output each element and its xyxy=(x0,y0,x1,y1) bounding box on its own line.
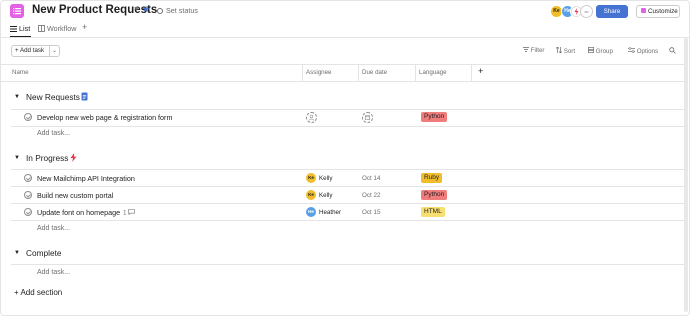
sort-button[interactable]: Sort xyxy=(555,46,576,55)
section-collapse-icon[interactable]: ▼ xyxy=(14,250,20,256)
avatar: Ke xyxy=(306,173,316,183)
scrollbar[interactable] xyxy=(684,38,688,312)
comment-count[interactable]: 1 xyxy=(123,209,136,217)
due-date[interactable]: Oct 14 xyxy=(362,175,381,182)
add-task-button[interactable]: + Add task xyxy=(11,45,50,57)
divider xyxy=(0,81,684,82)
lightning-icon xyxy=(70,153,77,164)
divider xyxy=(11,109,684,110)
task-name[interactable]: Build new custom portal xyxy=(37,191,113,200)
section-title[interactable]: New Requests xyxy=(26,92,80,102)
add-column-button[interactable]: + xyxy=(478,66,483,76)
add-task-link[interactable]: Add task... xyxy=(37,130,70,137)
options-icon xyxy=(628,47,635,53)
set-status-button[interactable]: Set status xyxy=(157,6,198,15)
tab-list[interactable]: List xyxy=(10,24,30,33)
tab-workflow[interactable]: Workflow xyxy=(38,24,76,33)
status-label: Set status xyxy=(166,6,198,15)
list-project-icon xyxy=(10,4,24,18)
list-icon xyxy=(10,25,17,32)
section-collapse-icon[interactable]: ▼ xyxy=(14,94,20,100)
assignee-name: Heather xyxy=(319,208,342,216)
chevron-down-icon[interactable]: ▼ xyxy=(133,6,140,13)
chevron-down-icon[interactable]: ⌄ xyxy=(49,45,60,57)
more-members-button[interactable]: ••• xyxy=(580,5,593,18)
divider xyxy=(11,220,684,221)
assign-user-icon[interactable] xyxy=(306,112,317,123)
divider xyxy=(11,264,684,265)
divider xyxy=(11,203,684,204)
customize-button[interactable]: Customize xyxy=(636,5,680,18)
view-tabs: List Workflow + xyxy=(0,22,690,36)
tab-workflow-label: Workflow xyxy=(47,24,77,33)
assignee[interactable]: Ke Kelly xyxy=(306,173,332,183)
complete-task-checkbox[interactable] xyxy=(24,113,32,121)
complete-task-checkbox[interactable] xyxy=(24,191,32,199)
sort-icon xyxy=(555,46,563,54)
column-header-assignee[interactable]: Assignee xyxy=(306,69,331,76)
section-title[interactable]: In Progress xyxy=(26,153,68,163)
app-frame xyxy=(0,0,690,316)
task-name[interactable]: New Mailchimp API Integration xyxy=(37,174,135,183)
avatar: Ke xyxy=(306,190,316,200)
section-collapse-icon[interactable]: ▼ xyxy=(14,155,20,161)
group-icon xyxy=(588,47,594,53)
filter-button[interactable]: Filter xyxy=(523,47,544,54)
calendar-icon[interactable] xyxy=(362,112,373,123)
search-icon[interactable] xyxy=(669,47,676,56)
status-circle-icon xyxy=(157,7,163,14)
column-header-name[interactable]: Name xyxy=(12,69,29,76)
options-button[interactable]: Options xyxy=(628,47,658,55)
document-icon xyxy=(81,92,88,103)
divider xyxy=(11,186,684,187)
group-label: Group xyxy=(595,48,613,55)
divider xyxy=(0,64,684,65)
filter-label: Filter xyxy=(530,47,545,54)
column-header-due-date[interactable]: Due date xyxy=(362,69,387,76)
column-header-language[interactable]: Language xyxy=(419,69,447,76)
comment-icon xyxy=(128,209,136,216)
add-tab-button[interactable]: + xyxy=(82,22,87,32)
column-divider xyxy=(302,64,303,81)
task-name[interactable]: Update font on homepage xyxy=(37,208,120,217)
add-section-button[interactable]: + Add section xyxy=(14,288,62,297)
due-date[interactable]: Oct 22 xyxy=(362,192,381,199)
filter-icon xyxy=(523,47,529,52)
column-divider xyxy=(415,64,416,81)
project-header: New Product Requests ▼ ★ Set status Ke H… xyxy=(0,0,690,24)
section-title[interactable]: Complete xyxy=(26,248,62,258)
divider xyxy=(0,37,690,38)
sort-label: Sort xyxy=(563,48,576,55)
language-tag[interactable]: Python xyxy=(421,112,448,122)
language-tag[interactable]: Python xyxy=(421,190,448,200)
star-icon[interactable]: ★ xyxy=(142,4,150,15)
language-tag[interactable]: Ruby xyxy=(421,173,443,183)
divider xyxy=(11,169,684,170)
assignee-name: Kelly xyxy=(319,174,333,182)
add-task-link[interactable]: Add task... xyxy=(37,269,70,276)
workflow-icon xyxy=(38,24,45,32)
customize-icon xyxy=(641,8,646,13)
customize-label: Customize xyxy=(648,8,678,15)
share-button[interactable]: Share xyxy=(596,5,628,18)
language-tag[interactable]: HTML xyxy=(421,207,445,217)
due-date[interactable]: Oct 15 xyxy=(362,209,381,216)
divider xyxy=(11,126,684,127)
options-label: Options xyxy=(636,48,659,55)
group-button[interactable]: Group xyxy=(588,47,613,55)
complete-task-checkbox[interactable] xyxy=(24,174,32,182)
comment-count-value: 1 xyxy=(123,209,127,217)
assignee[interactable]: Ke Kelly xyxy=(306,190,332,200)
tab-list-label: List xyxy=(19,24,31,33)
column-divider xyxy=(358,64,359,81)
complete-task-checkbox[interactable] xyxy=(24,208,32,216)
avatar: He xyxy=(306,207,316,217)
assignee-name: Kelly xyxy=(319,191,333,199)
column-divider xyxy=(471,64,472,81)
task-name[interactable]: Develop new web page & registration form xyxy=(37,113,172,122)
assignee[interactable]: He Heather xyxy=(306,207,341,217)
add-task-link[interactable]: Add task... xyxy=(37,225,70,232)
